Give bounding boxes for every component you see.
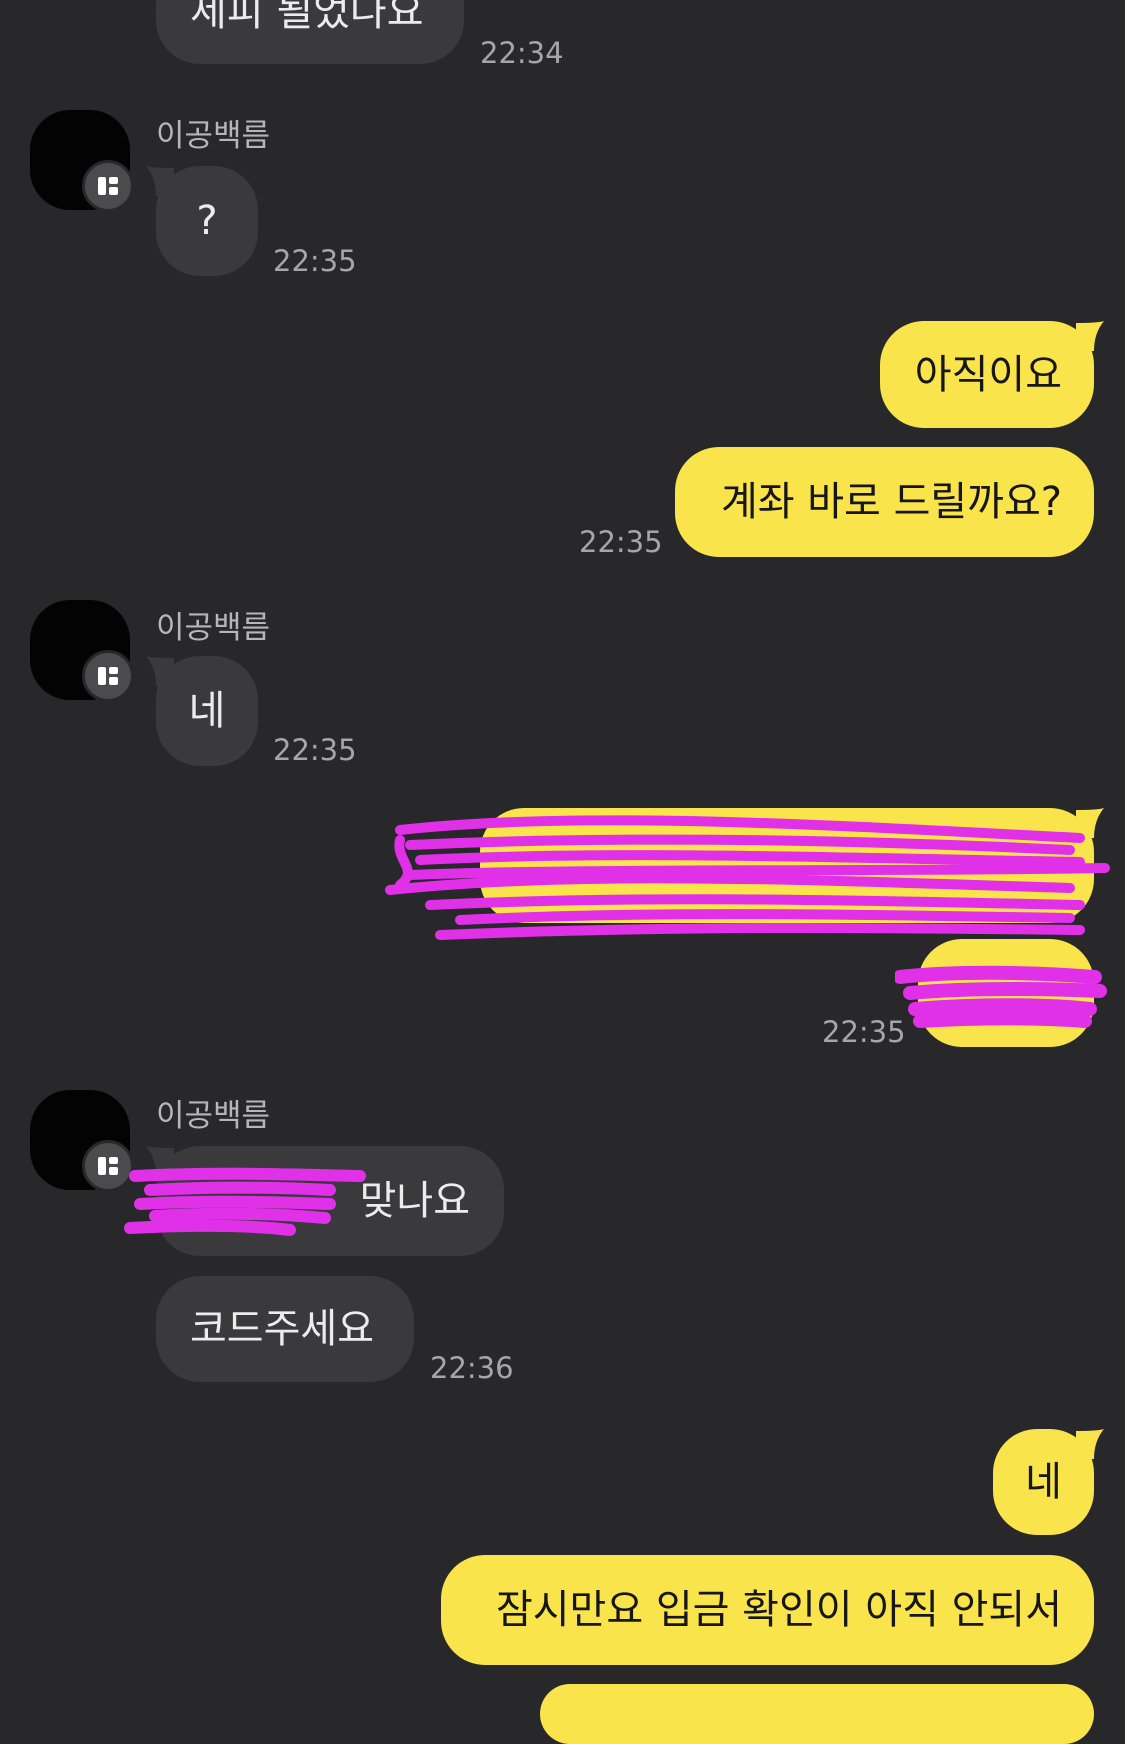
message-text: 네 — [188, 688, 226, 734]
message-text: 아직이요 — [914, 351, 1062, 398]
bubble-tail — [1076, 808, 1104, 838]
outgoing-message-bubble[interactable]: 계좌 바로 드릴까요? — [675, 447, 1094, 557]
message-text: 계좌 바로 드릴까요? — [720, 479, 1062, 525]
message-text: 잠시만요 입금 확인이 아직 안되서 — [495, 1587, 1062, 1633]
message-text: 맞나요 — [359, 1178, 470, 1224]
sender-name: 이공백름 — [156, 610, 271, 646]
message-time: 22:35 — [822, 1015, 906, 1049]
message-time: 22:34 — [480, 36, 564, 70]
outgoing-message-bubble[interactable]: 아직이요 — [880, 321, 1094, 428]
incoming-message-bubble[interactable]: ? — [156, 166, 258, 276]
message-text: ? — [196, 198, 218, 244]
message-time: 22:35 — [273, 244, 357, 278]
outgoing-message-bubble-redacted[interactable] — [918, 939, 1094, 1047]
incoming-message-bubble[interactable]: 코드주세요 — [156, 1276, 414, 1382]
talk-channel-icon — [82, 650, 134, 702]
message-text: 세피 될었나요 — [190, 0, 424, 35]
incoming-message-bubble[interactable]: 네 — [156, 656, 258, 766]
talk-channel-icon — [82, 1140, 134, 1192]
bubble-tail — [1076, 1429, 1104, 1459]
bubble-tail — [1076, 321, 1104, 351]
sender-name: 이공백름 — [156, 1098, 271, 1134]
message-text: 네 — [1025, 1459, 1062, 1505]
outgoing-message-bubble-partial[interactable] — [540, 1684, 1094, 1744]
message-time: 22:36 — [430, 1351, 514, 1385]
outgoing-message-bubble-redacted[interactable] — [480, 808, 1094, 923]
message-time: 22:35 — [579, 525, 663, 559]
incoming-message-bubble[interactable]: 세피 될었나요 — [156, 0, 464, 64]
incoming-message-bubble[interactable]: 맞나요 — [156, 1146, 504, 1256]
outgoing-message-bubble[interactable]: 잠시만요 입금 확인이 아직 안되서 — [441, 1555, 1094, 1665]
sender-name: 이공백름 — [156, 118, 271, 154]
message-time: 22:35 — [273, 733, 357, 767]
message-text: 코드주세요 — [190, 1306, 374, 1352]
talk-channel-icon — [82, 160, 134, 212]
